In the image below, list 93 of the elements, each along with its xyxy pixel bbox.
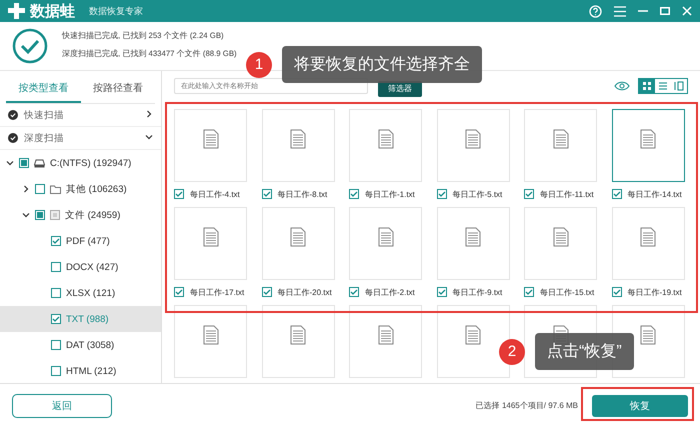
- scan-item[interactable]: 快速扫描: [24, 108, 64, 122]
- logo-icon: [8, 3, 26, 19]
- checkbox[interactable]: [51, 262, 61, 272]
- tree-item[interactable]: C:(NTFS) (192947): [50, 158, 132, 168]
- eye-icon[interactable]: [614, 81, 630, 91]
- app-subtitle: 数据恢复专家: [89, 4, 143, 18]
- checkbox[interactable]: [612, 189, 622, 199]
- document-icon: [465, 324, 481, 344]
- drive-icon: [34, 158, 45, 168]
- checkbox[interactable]: [174, 287, 184, 297]
- back-button[interactable]: 返回: [12, 394, 112, 418]
- document-icon: [640, 128, 656, 148]
- chevron-down-icon[interactable]: [22, 211, 30, 219]
- checkbox[interactable]: [51, 366, 61, 376]
- grid-icon: [642, 81, 652, 91]
- document-icon: [378, 226, 394, 246]
- chevron-right-icon[interactable]: [145, 110, 153, 118]
- check-circle-icon: [8, 133, 18, 143]
- document-icon: [640, 324, 656, 344]
- document-icon: [465, 226, 481, 246]
- help-icon[interactable]: [589, 4, 602, 18]
- chevron-down-icon[interactable]: [6, 159, 14, 167]
- file-name: 每日工作-15.txt: [540, 286, 594, 298]
- document-icon: [640, 226, 656, 246]
- checkbox[interactable]: [436, 287, 446, 297]
- checkbox[interactable]: [19, 158, 29, 168]
- maximize-icon[interactable]: [660, 7, 670, 15]
- check-circle-icon: [8, 110, 18, 120]
- document-icon: [50, 210, 60, 220]
- tree-item[interactable]: PDF (477): [66, 236, 110, 246]
- checkbox[interactable]: [349, 189, 359, 199]
- step-number: 2: [499, 338, 525, 364]
- file-name: 每日工作-20.txt: [278, 286, 332, 298]
- file-name: 每日工作-5.txt: [452, 188, 502, 200]
- checkbox[interactable]: [51, 340, 61, 350]
- document-icon: [552, 128, 568, 148]
- checkbox[interactable]: [51, 314, 61, 324]
- file-name: 每日工作-9.txt: [452, 286, 502, 298]
- file-thumbnail[interactable]: [612, 109, 684, 182]
- selection-status: 已选择 1465个项目/ 97.6 MB: [476, 400, 578, 411]
- file-name: 每日工作-2.txt: [365, 286, 415, 298]
- tree-item[interactable]: DOCX (427): [66, 262, 118, 272]
- chevron-right-icon[interactable]: [22, 185, 30, 193]
- document-icon: [202, 324, 218, 344]
- tree-item[interactable]: HTML (212): [66, 366, 116, 376]
- checkbox[interactable]: [349, 287, 359, 297]
- tree-item[interactable]: XLSX (121): [66, 288, 116, 298]
- checkbox[interactable]: [262, 287, 272, 297]
- checkbox[interactable]: [51, 236, 61, 246]
- checkbox[interactable]: [612, 287, 622, 297]
- checkbox[interactable]: [35, 210, 45, 220]
- step-tooltip: 将要恢复的文件选择齐全: [282, 46, 482, 83]
- file-name: 每日工作-8.txt: [278, 188, 328, 200]
- app-name: 数据蛙: [30, 2, 75, 20]
- view-tab[interactable]: 按路径查看: [80, 75, 155, 103]
- file-name: 每日工作-4.txt: [190, 188, 240, 200]
- chevron-down-icon[interactable]: [145, 132, 153, 140]
- list-icon: [658, 81, 668, 91]
- scan-item[interactable]: 深度扫描: [24, 132, 64, 144]
- file-name: 每日工作-19.txt: [628, 286, 682, 298]
- step-number: 1: [246, 52, 272, 78]
- checkbox[interactable]: [35, 184, 45, 194]
- checkbox[interactable]: [524, 189, 534, 199]
- file-name: 每日工作-14.txt: [628, 188, 682, 200]
- recover-button[interactable]: 恢复: [592, 394, 688, 416]
- detail-icon: [674, 81, 684, 91]
- document-icon: [552, 226, 568, 246]
- file-name: 每日工作-11.txt: [540, 188, 594, 200]
- document-icon: [290, 128, 306, 148]
- checkbox[interactable]: [51, 288, 61, 298]
- file-name: 每日工作-17.txt: [190, 286, 244, 298]
- tree-item[interactable]: DAT (3058): [66, 340, 114, 350]
- document-icon: [202, 226, 218, 246]
- tree-item[interactable]: 文件 (24959): [65, 208, 120, 222]
- step-tooltip: 点击“恢复”: [535, 333, 634, 370]
- file-name: 每日工作-1.txt: [365, 188, 415, 200]
- checkbox[interactable]: [262, 189, 272, 199]
- grid-view-button[interactable]: [639, 79, 655, 93]
- folder-icon: [50, 184, 61, 194]
- checkbox[interactable]: [174, 189, 184, 199]
- document-icon: [290, 324, 306, 344]
- menu-icon[interactable]: [614, 6, 626, 16]
- document-icon: [378, 324, 394, 344]
- document-icon: [202, 128, 218, 148]
- document-icon: [378, 128, 394, 148]
- tree-item[interactable]: 其他 (106263): [66, 182, 127, 196]
- checkmark-circle-icon: [12, 28, 48, 64]
- document-icon: [465, 128, 481, 148]
- checkbox[interactable]: [524, 287, 534, 297]
- view-tab[interactable]: 按类型查看: [6, 75, 80, 103]
- close-icon[interactable]: [682, 6, 692, 16]
- checkbox[interactable]: [436, 189, 446, 199]
- document-icon: [290, 226, 306, 246]
